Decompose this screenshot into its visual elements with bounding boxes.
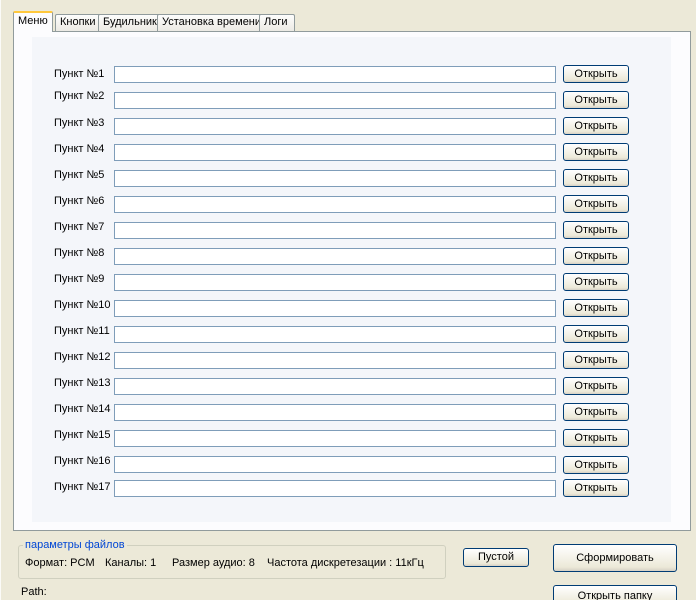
- menu-item-label: Пункт №17: [54, 481, 111, 493]
- format-value: Формат: PCM: [25, 557, 95, 569]
- menu-item-open-button[interactable]: Открыть: [563, 429, 629, 447]
- menu-item-path-input[interactable]: [114, 274, 556, 291]
- menu-item-label: Пункт №14: [54, 403, 111, 415]
- menu-item-path-input[interactable]: [114, 456, 556, 473]
- menu-item-open-button[interactable]: Открыть: [563, 403, 629, 421]
- menu-item-label: Пункт №1: [54, 68, 105, 80]
- menu-item-label: Пункт №10: [54, 299, 111, 311]
- menu-item-path-input[interactable]: [114, 248, 556, 265]
- menu-item-path-input[interactable]: [114, 118, 556, 135]
- channels-value: Каналы: 1: [105, 557, 157, 569]
- menu-item-path-input[interactable]: [114, 66, 556, 83]
- path-label: Path:: [21, 586, 47, 598]
- menu-item-label: Пункт №4: [54, 143, 105, 155]
- tab-time-setting[interactable]: Установка времени: [157, 14, 270, 31]
- menu-item-label: Пункт №8: [54, 247, 105, 259]
- menu-item-open-button[interactable]: Открыть: [563, 273, 629, 291]
- empty-button[interactable]: Пустой: [463, 548, 529, 567]
- menu-item-label: Пункт №3: [54, 117, 105, 129]
- menu-item-label: Пункт №13: [54, 377, 111, 389]
- menu-item-open-button[interactable]: Открыть: [563, 65, 629, 83]
- main-window: Меню Кнопки Будильник Установка времени …: [0, 0, 696, 600]
- menu-item-path-input[interactable]: [114, 326, 556, 343]
- menu-item-path-input[interactable]: [114, 378, 556, 395]
- menu-item-path-input[interactable]: [114, 300, 556, 317]
- menu-item-open-button[interactable]: Открыть: [563, 143, 629, 161]
- menu-item-path-input[interactable]: [114, 480, 556, 497]
- menu-item-path-input[interactable]: [114, 430, 556, 447]
- menu-item-label: Пункт №16: [54, 455, 111, 467]
- menu-item-path-input[interactable]: [114, 196, 556, 213]
- menu-item-open-button[interactable]: Открыть: [563, 195, 629, 213]
- open-folder-button[interactable]: Открыть папку: [553, 585, 677, 600]
- menu-item-path-input[interactable]: [114, 144, 556, 161]
- tab-logs[interactable]: Логи: [259, 14, 295, 31]
- menu-item-open-button[interactable]: Открыть: [563, 351, 629, 369]
- menu-item-open-button[interactable]: Открыть: [563, 169, 629, 187]
- menu-item-open-button[interactable]: Открыть: [563, 221, 629, 239]
- audio-size-value: Размер аудио: 8: [172, 557, 255, 569]
- menu-item-path-input[interactable]: [114, 222, 556, 239]
- menu-item-path-input[interactable]: [114, 404, 556, 421]
- menu-item-label: Пункт №15: [54, 429, 111, 441]
- menu-item-open-button[interactable]: Открыть: [563, 91, 629, 109]
- menu-item-open-button[interactable]: Открыть: [563, 479, 629, 497]
- sample-rate-value: Частота дискретезации : 11кГц: [267, 557, 424, 569]
- menu-item-path-input[interactable]: [114, 92, 556, 109]
- menu-item-label: Пункт №6: [54, 195, 105, 207]
- menu-item-open-button[interactable]: Открыть: [563, 247, 629, 265]
- generate-button[interactable]: Сформировать: [553, 544, 677, 572]
- menu-item-label: Пункт №12: [54, 351, 111, 363]
- tab-menu[interactable]: Меню: [13, 11, 53, 32]
- menu-item-path-input[interactable]: [114, 352, 556, 369]
- menu-item-open-button[interactable]: Открыть: [563, 299, 629, 317]
- menu-item-label: Пункт №2: [54, 90, 105, 102]
- menu-item-label: Пункт №5: [54, 169, 105, 181]
- menu-item-open-button[interactable]: Открыть: [563, 325, 629, 343]
- menu-item-path-input[interactable]: [114, 170, 556, 187]
- menu-item-label: Пункт №11: [54, 325, 110, 337]
- menu-item-open-button[interactable]: Открыть: [563, 456, 629, 474]
- file-params-legend: параметры файлов: [23, 539, 127, 551]
- menu-item-open-button[interactable]: Открыть: [563, 117, 629, 135]
- menu-item-label: Пункт №7: [54, 221, 105, 233]
- menu-item-open-button[interactable]: Открыть: [563, 377, 629, 395]
- menu-item-label: Пункт №9: [54, 273, 105, 285]
